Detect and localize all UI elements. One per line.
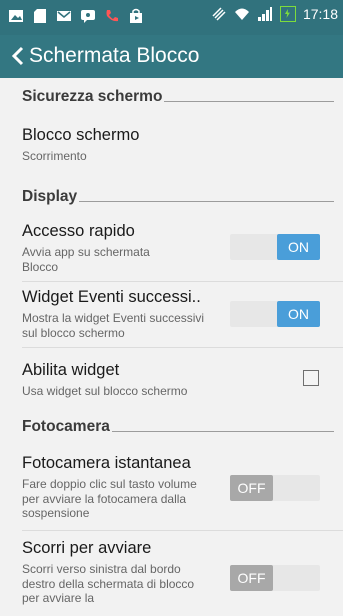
section-header-sicurezza: Sicurezza schermo bbox=[22, 88, 334, 106]
notification-icons bbox=[8, 8, 144, 24]
shopping-bag-icon bbox=[130, 8, 142, 23]
setting-blocco-schermo[interactable]: Blocco schermo Scorrimento bbox=[22, 126, 321, 166]
sd-card-icon bbox=[34, 9, 46, 23]
abilita-widget-checkbox[interactable] bbox=[303, 370, 319, 386]
section-divider bbox=[164, 101, 334, 102]
battery-charging-icon bbox=[279, 6, 296, 22]
scorri-per-avviare-toggle[interactable]: OFF bbox=[230, 565, 320, 591]
app-bar: Schermata Blocco bbox=[0, 35, 343, 78]
clock: 17:18 bbox=[302, 6, 338, 22]
page-title: Schermata Blocco bbox=[29, 44, 200, 67]
chat-icon bbox=[81, 10, 95, 23]
settings-list: Sicurezza schermo Blocco schermo Scorrim… bbox=[0, 78, 343, 616]
setting-abilita-widget[interactable]: Abilita widget Usa widget sul blocco sch… bbox=[22, 361, 321, 401]
widget-eventi-toggle[interactable]: ON bbox=[230, 301, 320, 327]
phone-icon bbox=[106, 10, 118, 22]
wifi-icon bbox=[234, 8, 249, 20]
chevron-left-icon[interactable] bbox=[7, 44, 31, 68]
row-divider bbox=[22, 347, 343, 348]
row-divider bbox=[22, 281, 343, 282]
email-icon bbox=[57, 11, 71, 21]
signal-icon bbox=[257, 7, 272, 21]
section-divider bbox=[79, 201, 334, 202]
row-divider bbox=[22, 530, 343, 531]
vibrate-icon bbox=[212, 7, 226, 21]
accesso-rapido-toggle[interactable]: ON bbox=[230, 234, 320, 260]
section-header-display: Display bbox=[22, 188, 334, 206]
section-divider bbox=[111, 431, 334, 432]
system-icons: 17:18 bbox=[211, 6, 338, 22]
status-bar: 17:18 bbox=[0, 0, 343, 35]
section-header-fotocamera: Fotocamera bbox=[22, 418, 334, 436]
fotocamera-istantanea-toggle[interactable]: OFF bbox=[230, 475, 320, 501]
image-icon bbox=[9, 10, 23, 22]
